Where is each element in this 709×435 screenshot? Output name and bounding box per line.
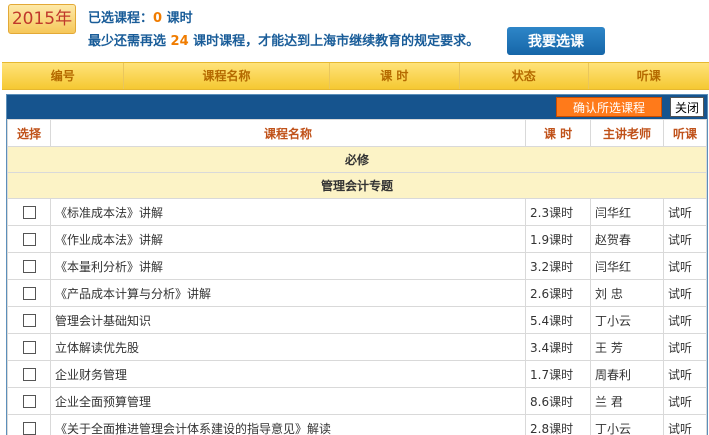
course-hours: 2.8课时 [526,415,591,435]
course-teacher: 闫华红 [591,253,664,280]
course-row: 《关于全面推进管理会计体系建设的指导意见》解读2.8课时丁小云试听 [8,415,707,435]
course-checkbox[interactable] [23,260,36,273]
top-summary: 2015年 已选课程：0 课时 最少还需再选 24 课时课程，才能达到上海市继续… [0,0,709,62]
th-listen: 听课 [664,120,707,147]
course-name: 《标准成本法》讲解 [51,199,526,226]
col-header-hours: 课 时 [330,63,460,89]
course-hours: 3.4课时 [526,334,591,361]
course-hours: 1.7课时 [526,361,591,388]
course-row: 《作业成本法》讲解1.9课时赵贺春试听 [8,226,707,253]
course-hours: 5.4课时 [526,307,591,334]
selected-count: 0 [153,11,162,26]
row-select-cell [8,307,51,334]
col-header-listen: 听课 [589,63,709,89]
selected-prefix: 已选课程： [88,11,153,26]
th-hours: 课 时 [526,120,591,147]
row-select-cell [8,388,51,415]
course-name: 企业全面预算管理 [51,388,526,415]
trial-listen-link[interactable]: 试听 [664,253,707,280]
course-name: 《作业成本法》讲解 [51,226,526,253]
enrolled-table-header: 编号 课程名称 课 时 状态 听课 [2,62,709,90]
th-course-name: 课程名称 [51,120,526,147]
col-header-course-name: 课程名称 [124,63,329,89]
course-teacher: 兰 君 [591,388,664,415]
row-select-cell [8,253,51,280]
year-badge: 2015年 [8,4,76,34]
group-row-required: 必修 [8,147,707,173]
required-hours-line: 最少还需再选 24 课时课程，才能达到上海市继续教育的规定要求。 [88,30,479,49]
trial-listen-link[interactable]: 试听 [664,226,707,253]
course-row: 立体解读优先股3.4课时王 芳试听 [8,334,707,361]
course-row: 《本量利分析》讲解3.2课时闫华红试听 [8,253,707,280]
trial-listen-link[interactable]: 试听 [664,388,707,415]
course-checkbox[interactable] [23,233,36,246]
row-select-cell [8,334,51,361]
required-count: 24 [171,34,189,49]
trial-listen-link[interactable]: 试听 [664,199,707,226]
course-hours: 1.9课时 [526,226,591,253]
course-name: 企业财务管理 [51,361,526,388]
course-row: 企业全面预算管理8.6课时兰 君试听 [8,388,707,415]
course-teacher: 丁小云 [591,307,664,334]
trial-listen-link[interactable]: 试听 [664,334,707,361]
row-select-cell [8,226,51,253]
course-teacher: 刘 忠 [591,280,664,307]
row-select-cell [8,280,51,307]
th-select: 选择 [8,120,51,147]
trial-listen-link[interactable]: 试听 [664,415,707,435]
course-checkbox[interactable] [23,368,36,381]
selected-suffix: 课时 [162,11,193,26]
course-hours: 3.2课时 [526,253,591,280]
course-name: 《关于全面推进管理会计体系建设的指导意见》解读 [51,415,526,435]
row-select-cell [8,199,51,226]
course-name: 《产品成本计算与分析》讲解 [51,280,526,307]
trial-listen-link[interactable]: 试听 [664,307,707,334]
row-select-cell [8,361,51,388]
course-checkbox[interactable] [23,314,36,327]
course-checkbox[interactable] [23,206,36,219]
col-header-number: 编号 [2,63,124,89]
confirm-selection-button[interactable]: 确认所选课程 [556,97,662,117]
course-name: 管理会计基础知识 [51,307,526,334]
course-row: 《产品成本计算与分析》讲解2.6课时刘 忠试听 [8,280,707,307]
selected-hours-line: 已选课程：0 课时 [88,7,193,26]
course-teacher: 赵贺春 [591,226,664,253]
select-course-button[interactable]: 我要选课 [507,27,605,55]
course-checkbox[interactable] [23,341,36,354]
group-label-required: 必修 [8,147,707,173]
course-teacher: 周春利 [591,361,664,388]
course-name: 立体解读优先股 [51,334,526,361]
course-checkbox[interactable] [23,287,36,300]
th-teacher: 主讲老师 [591,120,664,147]
course-table-header: 选择 课程名称 课 时 主讲老师 听课 [8,120,707,147]
panel-toolbar: 确认所选课程 关闭 [7,95,707,119]
course-table: 选择 课程名称 课 时 主讲老师 听课 必修 管理会计专题 《标准成本法》讲解2… [7,119,707,435]
required-prefix: 最少还需再选 [88,34,171,49]
course-hours: 2.3课时 [526,199,591,226]
required-suffix: 课时课程，才能达到上海市继续教育的规定要求。 [189,34,480,49]
course-hours: 2.6课时 [526,280,591,307]
course-teacher: 闫华红 [591,199,664,226]
course-row: 企业财务管理1.7课时周春利试听 [8,361,707,388]
course-teacher: 王 芳 [591,334,664,361]
course-row: 《标准成本法》讲解2.3课时闫华红试听 [8,199,707,226]
course-row: 管理会计基础知识5.4课时丁小云试听 [8,307,707,334]
course-hours: 8.6课时 [526,388,591,415]
group-row-topic: 管理会计专题 [8,173,707,199]
course-teacher: 丁小云 [591,415,664,435]
course-selection-panel: 确认所选课程 关闭 选择 课程名称 课 时 主讲老师 听课 必修 管理会计专题 … [6,94,708,435]
col-header-status: 状态 [460,63,588,89]
close-button[interactable]: 关闭 [670,97,704,117]
course-checkbox[interactable] [23,395,36,408]
trial-listen-link[interactable]: 试听 [664,280,707,307]
trial-listen-link[interactable]: 试听 [664,361,707,388]
row-select-cell [8,415,51,435]
group-label-topic: 管理会计专题 [8,173,707,199]
course-name: 《本量利分析》讲解 [51,253,526,280]
course-checkbox[interactable] [23,422,36,435]
